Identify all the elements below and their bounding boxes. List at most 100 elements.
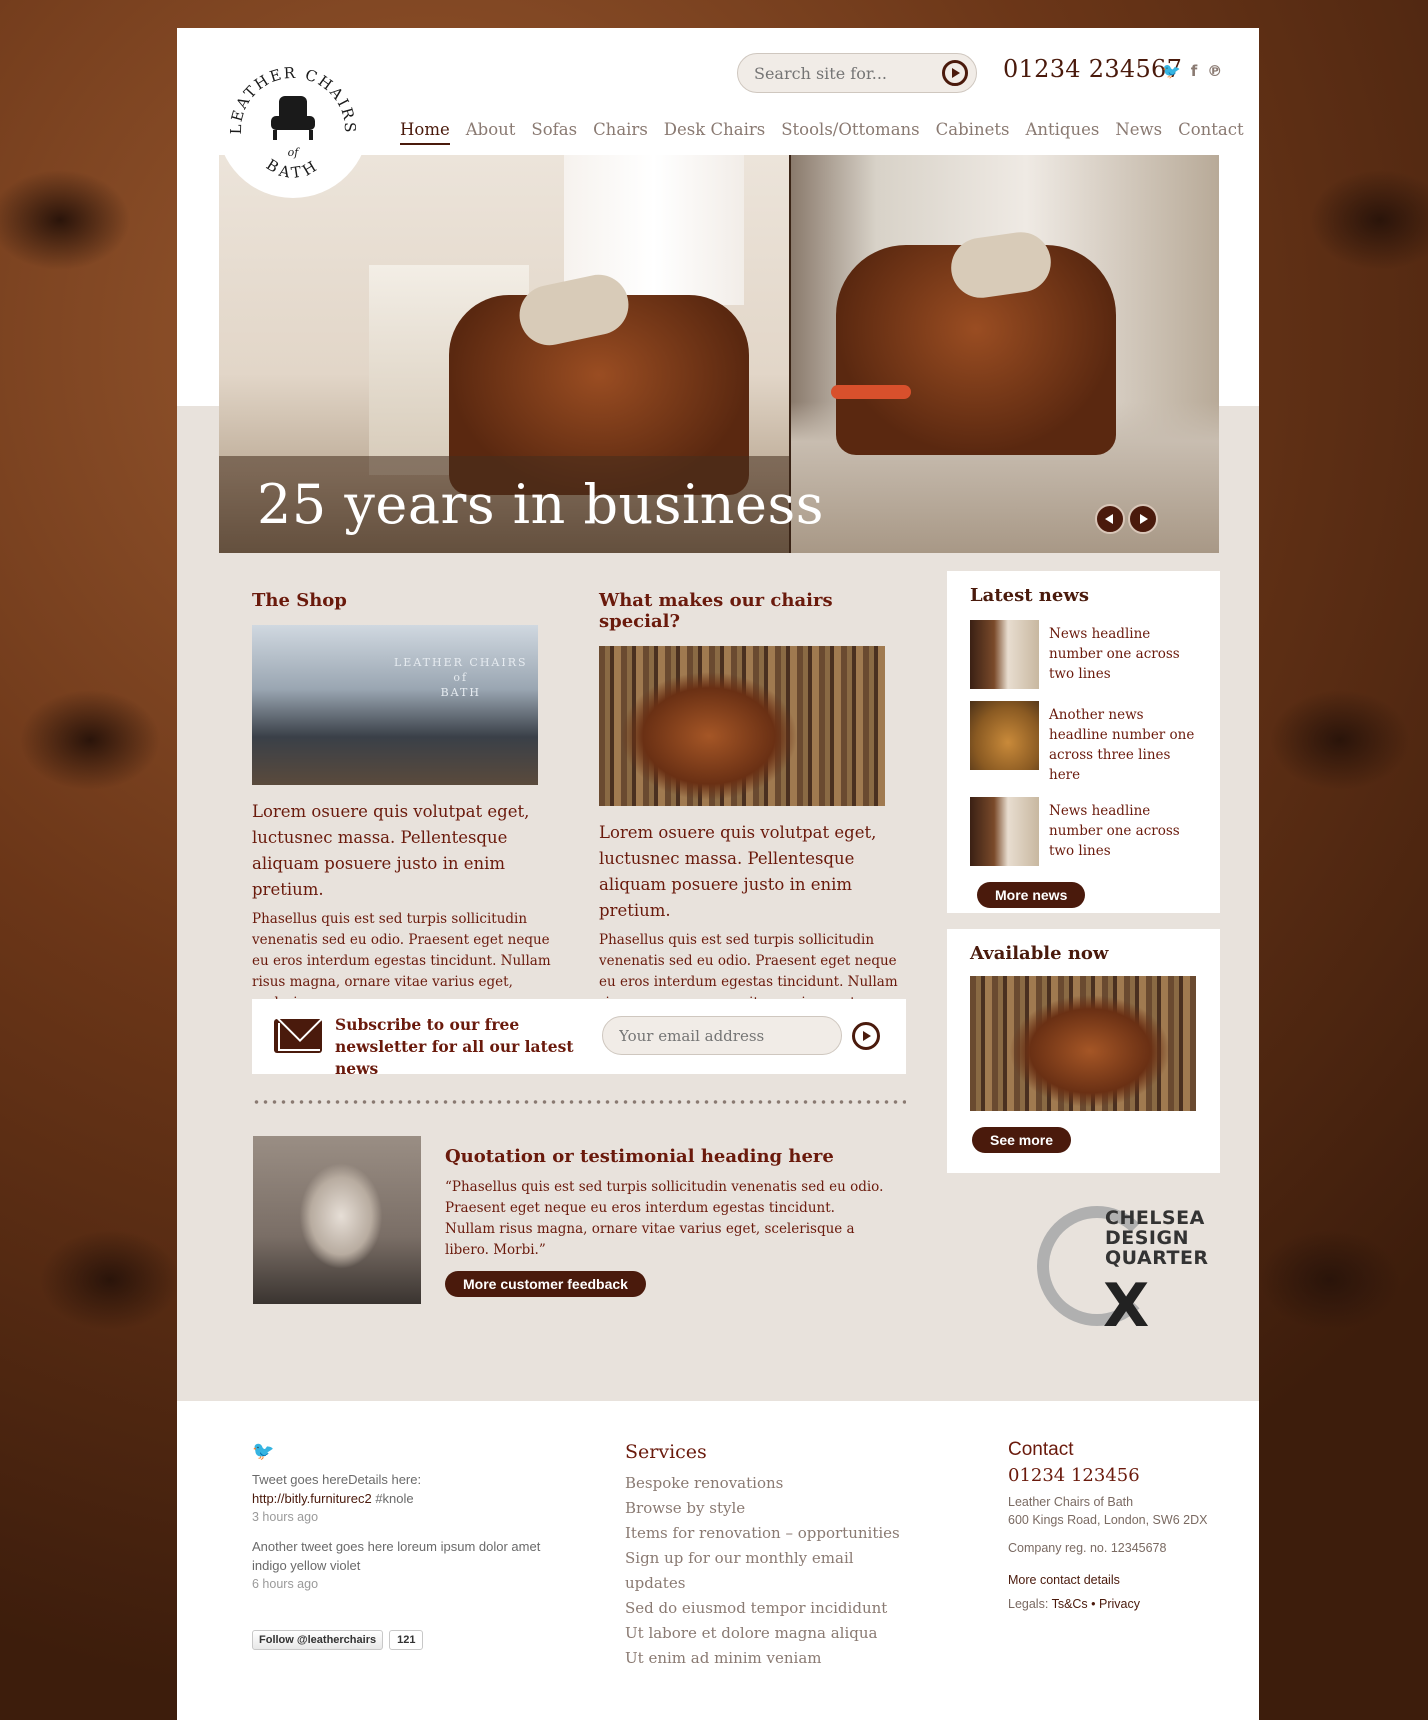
footer-twitter: 🐦 Tweet goes hereDetails here: http://bi… (252, 1441, 542, 1604)
special-image[interactable] (599, 646, 885, 806)
stool-shape (831, 385, 911, 399)
newsletter-signup: Subscribe to our free newsletter for all… (252, 999, 906, 1078)
page-container: LEATHER CHAIRS BATH of 01234 234567 🐦 f … (177, 28, 1259, 1720)
twitter-bird-icon: 🐦 (252, 1441, 275, 1462)
news-thumbnail[interactable] (970, 620, 1039, 689)
news-headline[interactable]: News headline number one across two line… (1049, 620, 1197, 689)
facebook-icon[interactable]: f (1191, 62, 1198, 80)
bullet-separator: • (1087, 1597, 1100, 1611)
shop-title: The Shop (252, 590, 347, 611)
testimonial-portrait (253, 1136, 421, 1304)
service-link[interactable]: Items for renovation – opportunities (625, 1521, 915, 1546)
cdq-mark: X (1103, 1271, 1150, 1341)
tweet-time: 6 hours ago (252, 1577, 319, 1591)
company-reg: Company reg. no. 12345678 (1008, 1541, 1167, 1555)
services-title: Services (625, 1441, 707, 1463)
logo-emblem-icon: LEATHER CHAIRS BATH of (227, 64, 357, 182)
news-thumbnail[interactable] (970, 701, 1039, 770)
legals-label: Legals: (1008, 1597, 1052, 1611)
hero-prev-button[interactable] (1095, 504, 1125, 534)
latest-news-card: Latest news News headline number one acr… (947, 571, 1220, 913)
tweet-text: Another tweet goes here loreum ipsum dol… (252, 1539, 541, 1573)
dotted-divider (252, 1100, 906, 1104)
search-input[interactable] (754, 63, 934, 83)
logo-bottom-text: BATH (263, 155, 319, 182)
armchair-icon (271, 96, 315, 140)
nav-about[interactable]: About (466, 120, 516, 145)
nav-home[interactable]: Home (400, 120, 450, 145)
footer-contact: Contact 01234 123456 Leather Chairs of B… (1008, 1439, 1228, 1613)
search-box (737, 53, 977, 93)
nav-desk-chairs[interactable]: Desk Chairs (664, 120, 765, 145)
nav-stools-ottomans[interactable]: Stools/Ottomans (781, 120, 919, 145)
service-link[interactable]: Ut labore et dolore magna aliqua (625, 1621, 915, 1646)
envelope-icon (274, 1019, 322, 1053)
tweet-link[interactable]: http://bitly.furniturec2 (252, 1491, 372, 1506)
nav-cabinets[interactable]: Cabinets (936, 120, 1010, 145)
news-thumbnail[interactable] (970, 797, 1039, 866)
nav-contact[interactable]: Contact (1178, 120, 1244, 145)
twitter-follow-button[interactable]: Follow @leatherchairs (252, 1630, 384, 1650)
hero-next-button[interactable] (1128, 504, 1158, 534)
chelsea-design-quarter-logo[interactable]: CHELSEA DESIGN QUARTER X (1037, 1206, 1217, 1341)
service-link[interactable]: Bespoke renovations (625, 1471, 915, 1496)
shop-image[interactable]: LEATHER CHAIRS of BATH (252, 625, 538, 785)
tweet-text: Tweet goes hereDetails here: (252, 1472, 422, 1487)
services-list: Bespoke renovations Browse by style Item… (625, 1471, 915, 1671)
cdq-text: CHELSEA DESIGN QUARTER (1105, 1207, 1209, 1269)
tscs-link[interactable]: Ts&Cs (1052, 1597, 1088, 1611)
special-title: What makes our chairs special? (599, 590, 833, 632)
see-more-button[interactable]: See more (972, 1127, 1072, 1153)
news-item[interactable]: News headline number one across two line… (970, 797, 1197, 866)
news-item[interactable]: Another news headline number one across … (970, 701, 1197, 785)
nav-antiques[interactable]: Antiques (1025, 120, 1099, 145)
address-line: 600 Kings Road, London, SW6 2DX (1008, 1513, 1208, 1527)
footer: 🐦 Tweet goes hereDetails here: http://bi… (177, 1401, 1259, 1720)
nav-sofas[interactable]: Sofas (531, 120, 577, 145)
twitter-follow-widget: Follow @leatherchairs 121 (252, 1630, 424, 1650)
available-now-card: Available now See more (947, 929, 1220, 1173)
news-headline[interactable]: Another news headline number one across … (1049, 701, 1197, 785)
svg-text:BATH: BATH (263, 155, 323, 182)
newsletter-submit-button[interactable] (852, 1022, 880, 1050)
more-news-button[interactable]: More news (977, 882, 1086, 908)
service-link[interactable]: Sed do eiusmod tempor incididunt (625, 1596, 915, 1621)
service-link[interactable]: Ut enim ad minim veniam (625, 1646, 915, 1671)
follower-count: 121 (389, 1630, 424, 1650)
shop-lead: Lorem osuere quis volutpat eget, luctusn… (252, 802, 530, 899)
testimonial-section: Quotation or testimonial heading here “P… (445, 1146, 885, 1297)
nav-news[interactable]: News (1115, 120, 1162, 145)
available-now-image[interactable] (970, 976, 1196, 1111)
logo-of-text: of (288, 146, 301, 159)
newsletter-email-input[interactable] (602, 1016, 842, 1055)
tweet: Tweet goes hereDetails here: http://bitl… (252, 1470, 542, 1527)
tweet-hashtag[interactable]: #knole (372, 1491, 413, 1506)
address-line: Leather Chairs of Bath (1008, 1495, 1134, 1509)
news-item[interactable]: News headline number one across two line… (970, 620, 1197, 689)
shop-sign-text: LEATHER CHAIRS of BATH (394, 656, 528, 699)
prev-arrow-icon (1105, 514, 1113, 524)
contact-phone: 01234 123456 (1008, 1465, 1140, 1486)
privacy-link[interactable]: Privacy (1099, 1597, 1140, 1611)
newsletter-text: Subscribe to our free newsletter for all… (335, 1015, 574, 1078)
tweet: Another tweet goes here loreum ipsum dol… (252, 1537, 542, 1594)
footer-services: Services Bespoke renovations Browse by s… (625, 1441, 915, 1671)
more-contact-link[interactable]: More contact details (1008, 1571, 1228, 1589)
service-link[interactable]: Browse by style (625, 1496, 915, 1521)
social-links: 🐦 f ℗ (1162, 62, 1222, 80)
play-arrow-icon (952, 68, 960, 78)
search-submit-button[interactable] (942, 60, 968, 86)
news-headline[interactable]: News headline number one across two line… (1049, 797, 1197, 866)
service-link[interactable]: Sign up for our monthly email updates (625, 1546, 915, 1596)
more-feedback-button[interactable]: More customer feedback (445, 1271, 646, 1297)
site-logo[interactable]: LEATHER CHAIRS BATH of (217, 46, 369, 198)
twitter-icon[interactable]: 🐦 (1162, 62, 1181, 80)
contact-title: Contact (1008, 1439, 1074, 1460)
nav-chairs[interactable]: Chairs (593, 120, 648, 145)
pinterest-icon[interactable]: ℗ (1207, 62, 1222, 80)
special-section: What makes our chairs special? Lorem osu… (599, 590, 899, 1035)
testimonial-title: Quotation or testimonial heading here (445, 1146, 834, 1167)
shop-section: The Shop LEATHER CHAIRS of BATH Lorem os… (252, 590, 552, 1014)
available-now-title: Available now (970, 943, 1109, 964)
main-nav: Home About Sofas Chairs Desk Chairs Stoo… (400, 120, 1244, 145)
